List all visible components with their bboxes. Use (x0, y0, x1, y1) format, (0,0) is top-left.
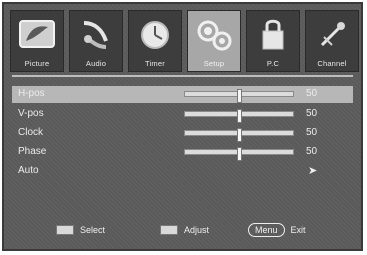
setting-label: H-pos (18, 88, 45, 99)
tab-audio[interactable]: Audio (69, 10, 123, 72)
setting-phase[interactable]: Phase 50 (12, 144, 353, 161)
setting-v-pos[interactable]: V-pos 50 (12, 106, 353, 123)
arrow-right-icon[interactable]: ➤ (308, 164, 317, 177)
setting-value: 50 (306, 146, 318, 157)
hint-label: Exit (290, 225, 306, 235)
slider-clock[interactable] (184, 128, 294, 142)
setting-label: Auto (18, 165, 39, 176)
setting-value: 50 (306, 88, 318, 99)
tab-label: Audio (85, 59, 107, 68)
adjust-keys-icon (160, 225, 178, 235)
tab-label: Setup (203, 59, 225, 68)
hint-adjust: Adjust (160, 220, 209, 240)
tab-label: P.C (266, 59, 280, 68)
tab-channel[interactable]: Channel (305, 10, 359, 72)
tab-label: Channel (317, 59, 347, 68)
tab-timer[interactable]: Timer (128, 10, 182, 72)
setting-h-pos[interactable]: H-pos 50 (12, 86, 353, 103)
timer-icon (141, 21, 169, 49)
hint-label: Adjust (184, 225, 210, 235)
slider-knob[interactable] (237, 109, 242, 123)
tab-setup[interactable]: Setup (187, 10, 241, 72)
tab-bar: Picture Audio Timer Setup P.C Channel (10, 10, 359, 72)
audio-icon (83, 21, 108, 49)
setting-label: Clock (18, 127, 44, 138)
slider-h-pos[interactable] (184, 89, 294, 103)
hint-label: Select (80, 225, 106, 235)
channel-icon (320, 22, 345, 47)
setting-auto[interactable]: Auto ➤ (12, 163, 353, 180)
setting-clock[interactable]: Clock 50 (12, 125, 353, 142)
slider-knob[interactable] (237, 147, 242, 161)
setting-label: Phase (18, 146, 47, 157)
divider (12, 75, 353, 77)
settings-list: H-pos 50 V-pos 50 Clock 50 Phase 50 Auto… (12, 86, 353, 186)
select-keys-icon (56, 225, 74, 235)
setting-value: 50 (306, 108, 318, 119)
footer-hints: Select Adjust Menu Exit (12, 220, 353, 240)
pc-icon (262, 19, 284, 50)
tab-label: Timer (145, 59, 165, 68)
slider-knob[interactable] (237, 89, 242, 103)
hint-select: Select (56, 220, 105, 240)
tab-picture[interactable]: Picture (10, 10, 64, 72)
setting-value: 50 (306, 127, 318, 138)
tab-label: Picture (24, 59, 50, 68)
slider-knob[interactable] (237, 128, 242, 142)
tab-pc[interactable]: P.C (246, 10, 300, 72)
setup-icon (197, 20, 232, 51)
menu-key-button[interactable]: Menu (248, 223, 285, 237)
hint-exit: Menu Exit (248, 220, 306, 240)
picture-icon (19, 20, 55, 48)
osd-menu-panel: Picture Audio Timer Setup P.C Channel H-… (2, 2, 363, 251)
setting-label: V-pos (18, 108, 44, 119)
slider-phase[interactable] (184, 147, 294, 161)
slider-v-pos[interactable] (184, 109, 294, 123)
